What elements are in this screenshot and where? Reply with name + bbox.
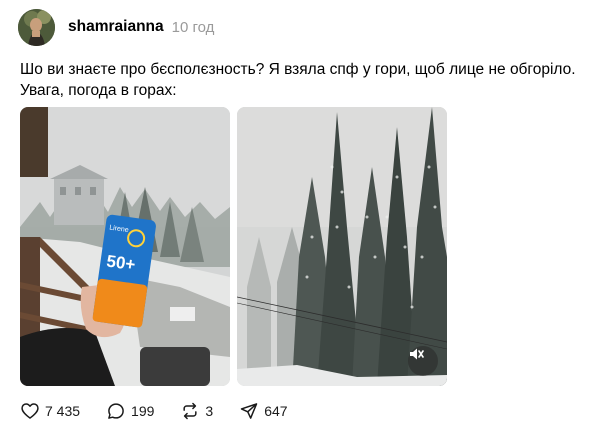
photo-sunscreen-balcony[interactable]: Lirene 50+ — [20, 107, 230, 386]
video-foggy-forest[interactable] — [237, 107, 447, 386]
like-count: 7 435 — [45, 403, 81, 419]
post-text-line: Увага, погода в горах: — [20, 82, 177, 99]
share-button[interactable]: 647 — [239, 401, 288, 421]
comment-bubble-icon — [108, 403, 124, 419]
sunscreen-spf: 50+ — [105, 251, 136, 274]
post-time: 10 год — [171, 18, 215, 36]
heart-icon — [21, 403, 39, 419]
media-carousel: Lirene 50+ — [20, 107, 447, 386]
mute-button[interactable] — [408, 346, 438, 376]
avatar[interactable] — [18, 8, 55, 46]
repost-count: 3 — [205, 403, 214, 419]
post-header: shamraianna 10 год — [18, 8, 214, 46]
comment-button[interactable]: 199 — [106, 401, 154, 421]
repost-icon — [183, 402, 197, 420]
send-icon — [240, 403, 258, 419]
speaker-muted-icon — [410, 348, 424, 360]
like-button[interactable]: 7 435 — [20, 401, 80, 421]
post-text-line: Шо ви знаєте про бєсполєзность? Я взяла … — [20, 61, 576, 78]
post-actions: 7 435 199 3 647 — [20, 398, 314, 424]
repost-button[interactable]: 3 — [180, 401, 213, 421]
comment-count: 199 — [131, 403, 155, 419]
post-text: Шо ви знаєте про бєсполєзность? Я взяла … — [20, 59, 585, 101]
username[interactable]: shamraianna — [68, 18, 164, 36]
share-count: 647 — [264, 403, 288, 419]
